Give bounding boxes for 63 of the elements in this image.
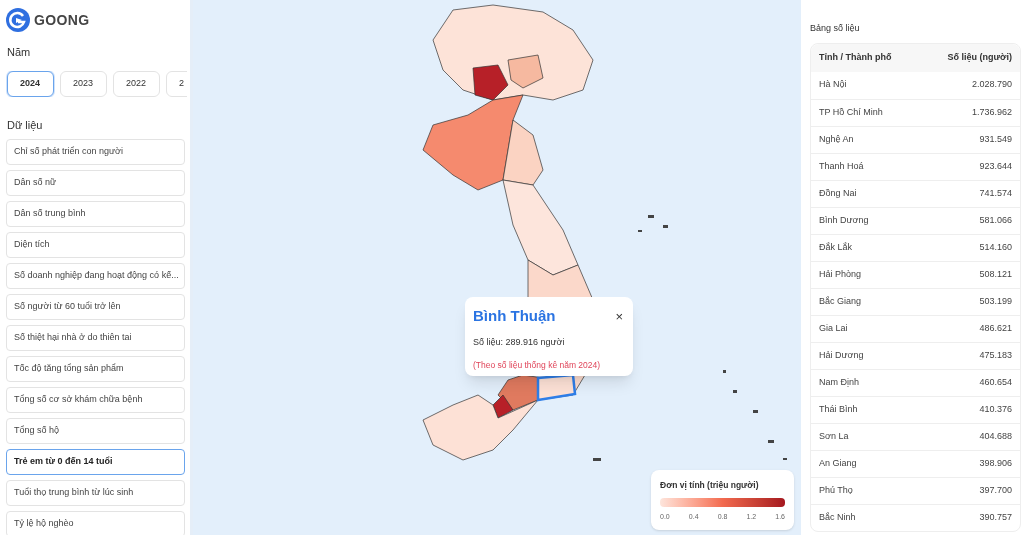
table-cell-text: Bắc Ninh (819, 510, 856, 524)
table-cell-text: Gia Lai (819, 321, 848, 335)
table-cell-text: 503.199 (979, 294, 1012, 308)
table-cell-text: Sơn La (819, 429, 849, 443)
table-cell-text: Đắk Lắk (819, 240, 853, 254)
data-option[interactable]: Số người từ 60 tuổi trở lên (6, 294, 185, 320)
table-title: Bảng số liệu (810, 22, 861, 35)
data-option[interactable]: Chỉ số phát triển con người (6, 139, 185, 165)
popup-note: (Theo số liệu thống kê năm 2024) (473, 359, 602, 372)
table-cell-text: TP Hồ Chí Minh (819, 105, 883, 119)
section-label: Năm (6, 45, 32, 60)
table-cell-text: 931.549 (979, 132, 1012, 146)
table-cell-text: Thanh Hoá (819, 159, 864, 173)
table-cell-text: 514.160 (979, 240, 1012, 254)
close-button[interactable]: × (615, 309, 625, 323)
table-cell-text: An Giang (819, 456, 857, 470)
data-option[interactable]: Số doanh nghiệp đang hoạt động có kế... (6, 263, 185, 289)
table-cell-text: 460.654 (979, 375, 1012, 389)
data-option[interactable]: Tốc độ tăng tổng sản phẩm (6, 356, 185, 382)
column-header: Số liệu (người) (947, 50, 1012, 64)
brand-name: GOONG (34, 10, 90, 30)
year-button[interactable]: 2024 (7, 70, 54, 97)
table-cell-text: 923.644 (979, 159, 1012, 173)
data-option[interactable]: Trẻ em từ 0 đến 14 tuổi (6, 449, 185, 475)
table-cell-text: Thái Bình (819, 402, 858, 416)
table-cell-text: Phú Thọ (819, 483, 853, 497)
section-label: Dữ liệu (6, 117, 44, 133)
year-button[interactable]: 2 (166, 70, 187, 97)
data-option[interactable]: Dân số trung bình (6, 201, 185, 227)
table-cell-text: Đồng Nai (819, 186, 857, 200)
table-cell-text: Nghệ An (819, 132, 854, 146)
table-cell-text: 581.066 (979, 213, 1012, 227)
table-cell-text: 410.376 (979, 402, 1012, 416)
table-cell-text: Nam Định (819, 375, 859, 389)
data-option[interactable]: Số thiệt hại nhà ở do thiên tai (6, 325, 185, 351)
table-cell-text: 397.700 (979, 483, 1012, 497)
table-cell: 2.028.790 (971, 78, 1012, 92)
table-cell-text: 390.757 (979, 510, 1012, 524)
year-button[interactable]: 2023 (60, 70, 107, 97)
logo-icon (6, 8, 30, 32)
data-option[interactable]: Tuổi thọ trung bình từ lúc sinh (6, 480, 185, 506)
data-option[interactable]: Diện tích (6, 232, 185, 258)
table-cell: Hà Nội (819, 78, 847, 92)
legend-title: Đơn vị tính (triệu người) (660, 479, 760, 492)
column-header: Tỉnh / Thành phố (819, 50, 892, 64)
table-cell-text: 741.574 (979, 186, 1012, 200)
table-cell-text: Hải Phòng (819, 267, 862, 281)
data-option[interactable]: Tổng số hộ (6, 418, 185, 444)
table-cell-text: 404.688 (979, 429, 1012, 443)
data-option[interactable]: Tổng số cơ sở khám chữa bệnh (6, 387, 185, 413)
popup-value: Số liệu: 289.916 người (473, 335, 566, 349)
table-cell-text: Bình Dương (819, 213, 869, 227)
table-cell-text: 475.183 (979, 348, 1012, 362)
table-cell-text: 1.736.962 (971, 105, 1012, 119)
data-option[interactable]: Tỷ lệ hộ nghèo (6, 511, 185, 535)
table-cell-text: 398.906 (979, 456, 1012, 470)
data-option[interactable]: Dân số nữ (6, 170, 185, 196)
popup-title: Bình Thuận (473, 306, 556, 326)
table-cell-text: 508.121 (979, 267, 1012, 281)
table-cell-text: 486.621 (979, 321, 1012, 335)
table-cell-text: Hải Dương (819, 348, 864, 362)
table-cell-text: Bắc Giang (819, 294, 862, 308)
year-button[interactable]: 2022 (113, 70, 160, 97)
